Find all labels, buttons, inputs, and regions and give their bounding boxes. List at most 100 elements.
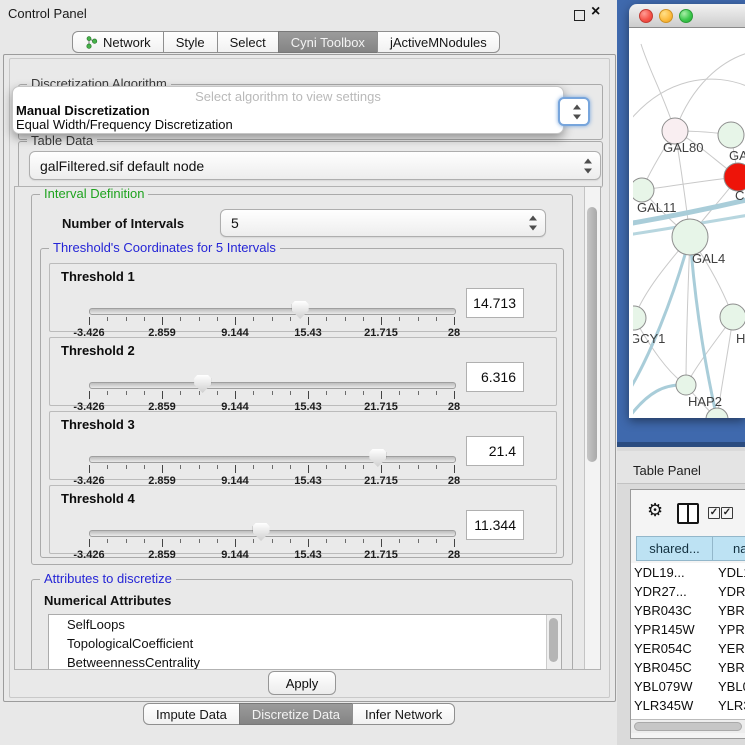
network-edge — [686, 237, 690, 385]
popup-option-manual-discretization[interactable]: Manual Discretization — [16, 103, 150, 118]
combobox-value: 5 — [231, 215, 239, 231]
network-node-hap2[interactable] — [676, 375, 696, 395]
cell-shared-name: YBR045C — [634, 660, 692, 675]
popup-option-equal-width-frequency[interactable]: Equal Width/Frequency Discretization — [16, 117, 233, 132]
split-columns-icon[interactable] — [677, 503, 699, 524]
network-node-ga[interactable] — [718, 122, 744, 148]
attributes-group: Attributes to discretize Numerical Attri… — [31, 579, 573, 670]
tab-network[interactable]: Network — [72, 31, 164, 53]
threshold-value-field[interactable]: 6.316 — [466, 362, 524, 392]
cell-shared-name: YDR27... — [634, 584, 687, 599]
table-row[interactable]: YDL19...YDL1 — [631, 563, 745, 582]
stepper-arrows-icon — [584, 158, 593, 173]
table-body: YDL19...YDL1YDR27...YDR2YBR043CYBR0YPR14… — [631, 563, 745, 719]
group-title: Table Data — [27, 134, 97, 148]
tab-select[interactable]: Select — [217, 31, 279, 53]
vertical-scrollbar-thumb[interactable] — [587, 207, 597, 462]
algorithm-combobox[interactable] — [558, 97, 590, 126]
threshold-slider-4[interactable]: -3.4262.8599.14415.4321.71528 — [89, 522, 455, 552]
tab-jactivemnodules[interactable]: jActiveMNodules — [377, 31, 500, 53]
table-row[interactable]: YBR043CYBR0 — [631, 601, 745, 620]
attributes-scrollbar[interactable] — [546, 615, 561, 670]
group-title: Interval Definition — [40, 187, 148, 201]
tab-label: Discretize Data — [252, 707, 340, 722]
cell-shared-name: YPR145W — [634, 622, 695, 637]
vertical-scrollbar[interactable] — [584, 187, 600, 669]
table-panel-region: Table Panel ⚙ ✓ ✓ shared... na YDL19...Y… — [617, 447, 745, 745]
table-row[interactable]: YLR345WYLR3 — [631, 696, 745, 715]
threshold-slider-2[interactable]: -3.4262.8599.14415.4321.71528 — [89, 374, 455, 404]
tab-label: Network — [103, 35, 151, 50]
network-node-gal11[interactable] — [633, 178, 654, 202]
checkbox-icon[interactable]: ✓ — [721, 507, 733, 519]
thresholds-group: Threshold's Coordinates for 5 Intervals … — [40, 248, 564, 558]
threshold-slider-3[interactable]: -3.4262.8599.14415.4321.71528 — [89, 448, 455, 478]
number-of-intervals-combobox[interactable]: 5 — [220, 209, 546, 237]
node-label: H — [736, 331, 745, 346]
gear-icon[interactable]: ⚙ — [647, 500, 663, 520]
column-header-name[interactable]: na — [712, 536, 745, 561]
apply-button[interactable]: Apply — [268, 671, 336, 695]
threshold-panel-2: Threshold 2 -3.4262.8599.14415.4321.71528… — [49, 337, 557, 406]
algorithm-prompt: Select algorithm to view settings — [13, 89, 563, 104]
list-item-selfloops[interactable]: SelfLoops — [49, 615, 561, 634]
minimize-traffic-light-icon[interactable] — [659, 9, 673, 23]
tab-impute-data[interactable]: Impute Data — [143, 703, 240, 725]
threshold-value-field[interactable]: 14.713 — [466, 288, 524, 318]
node-label: GCY1 — [633, 331, 665, 346]
zoom-traffic-light-icon[interactable] — [679, 9, 693, 23]
tab-style[interactable]: Style — [163, 31, 218, 53]
tab-infer-network[interactable]: Infer Network — [352, 703, 455, 725]
cell-shared-name: YLR345W — [634, 698, 693, 713]
network-window-titlebar[interactable] — [629, 4, 745, 28]
table-row[interactable]: YDR27...YDR2 — [631, 582, 745, 601]
network-node-gal4[interactable] — [672, 219, 708, 255]
threshold-slider-1[interactable]: -3.4262.8599.14415.4321.71528 — [89, 300, 455, 330]
algorithm-dropdown-popup: Select algorithm to view settings Manual… — [12, 86, 564, 134]
table-data-combobox[interactable]: galFiltered.sif default node — [29, 151, 601, 180]
tab-cyni-toolbox[interactable]: Cyni Toolbox — [278, 31, 378, 53]
control-panel: Control Panel × NetworkStyleSelectCyni T… — [0, 0, 617, 745]
horizontal-scrollbar-thumb[interactable] — [634, 722, 742, 731]
cell-shared-name: YDL19... — [634, 565, 685, 580]
network-node-gcy1[interactable] — [633, 306, 646, 330]
node-label: GAL80 — [663, 140, 703, 155]
table-row[interactable]: YER054CYER0 — [631, 639, 745, 658]
tab-label: Impute Data — [156, 707, 227, 722]
close-panel-icon[interactable]: × — [591, 3, 600, 21]
table-row[interactable]: YBR045CYBR0 — [631, 658, 745, 677]
slider-ticks — [89, 317, 454, 326]
attributes-scrollbar-thumb[interactable] — [549, 618, 558, 662]
horizontal-scrollbar[interactable] — [631, 719, 745, 733]
list-item-betweennesscentrality[interactable]: BetweennessCentrality — [49, 653, 561, 670]
list-item-topologicalcoefficient[interactable]: TopologicalCoefficient — [49, 634, 561, 653]
threshold-label: Threshold 2 — [61, 343, 135, 358]
threshold-value-field[interactable]: 21.4 — [466, 436, 524, 466]
column-header-shared-name[interactable]: shared... — [636, 536, 713, 561]
network-node-c[interactable] — [724, 163, 745, 191]
table-row[interactable]: YPR145WYPR1 — [631, 620, 745, 639]
numerical-attributes-list: SelfLoopsTopologicalCoefficientBetweenne… — [48, 614, 562, 670]
network-edge — [641, 44, 675, 131]
network-node-h[interactable] — [720, 304, 745, 330]
threshold-label: Threshold 3 — [61, 417, 135, 432]
threshold-panel-1: Threshold 1 -3.4262.8599.14415.4321.71528… — [49, 263, 557, 332]
tab-discretize-data[interactable]: Discretize Data — [239, 703, 353, 725]
cell-name: YBR0 — [718, 603, 745, 618]
network-node[interactable] — [706, 408, 728, 418]
close-traffic-light-icon[interactable] — [639, 9, 653, 23]
checkbox-icon[interactable]: ✓ — [708, 507, 720, 519]
float-window-icon[interactable] — [574, 10, 585, 21]
threshold-value-field[interactable]: 11.344 — [466, 510, 524, 540]
table-row[interactable]: YBL079WYBL0 — [631, 677, 745, 696]
network-graph-icon — [85, 36, 98, 49]
network-canvas[interactable]: GAL80GACGAL11GAL4GCY1HHAP2 — [629, 28, 745, 418]
slider-track — [89, 456, 456, 463]
cell-shared-name: YBL079W — [634, 679, 693, 694]
cell-name: YER0 — [718, 641, 745, 656]
slider-track — [89, 382, 456, 389]
threshold-label: Threshold 1 — [61, 269, 135, 284]
threshold-panel-3: Threshold 3 -3.4262.8599.14415.4321.71528… — [49, 411, 557, 480]
slider-tick-labels: -3.4262.8599.14415.4321.71528 — [89, 549, 454, 561]
interval-definition-group: Interval Definition Number of Intervals … — [31, 194, 573, 565]
